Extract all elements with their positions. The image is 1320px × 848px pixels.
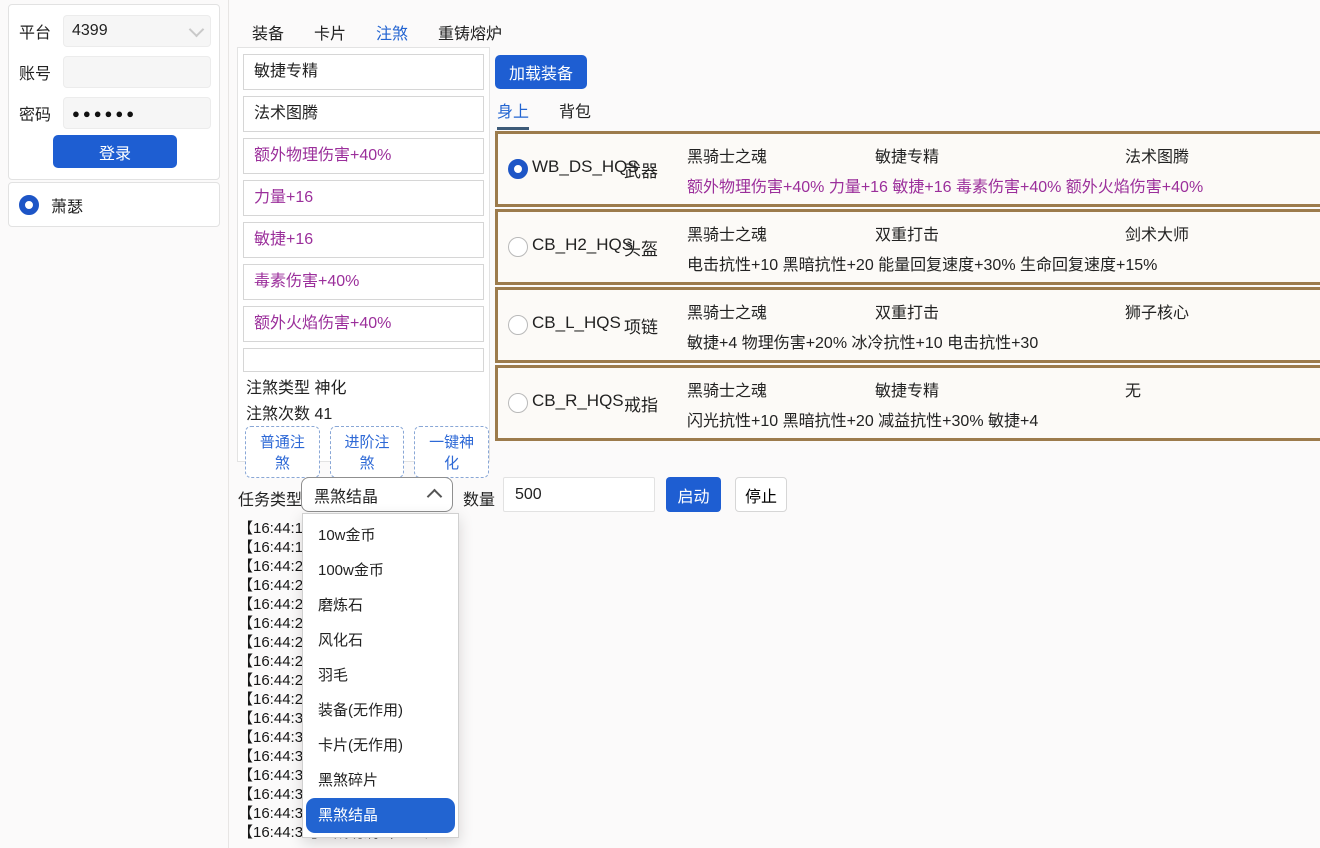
radio-button[interactable] [508,237,528,257]
task-type-label: 任务类型 [238,486,302,510]
radio-button[interactable] [508,315,528,335]
dropdown-option[interactable]: 风化石 [306,623,455,658]
equipment-soul: 黑骑士之魂 [687,143,767,167]
enchant-count-value: 41 [314,406,332,423]
task-dropdown-menu: 10w金币100w金币磨炼石风化石羽毛装备(无作用)卡片(无作用)黑煞碎片黑煞结… [302,513,459,838]
equipment-enchant-2: 狮子核心 [1125,299,1189,323]
enchant-slot-list: 敏捷专精法术图腾额外物理伤害+40% 力量+16 敏捷+16 毒素伤害+40% 额外火焰… [238,54,489,372]
dropdown-option[interactable]: 羽毛 [306,658,455,693]
equipment-code: WB_DS_HQS [532,157,639,177]
enchant-type-value: 神化 [314,380,346,397]
equipment-slot: 项链 [624,313,658,338]
enchant-slot-item[interactable]: 额外物理伤害+40% [243,138,484,174]
enchant-slot-item[interactable]: 敏捷专精 [243,54,484,90]
enchant-slot-item[interactable] [243,348,484,372]
equip-tab[interactable]: 身上 [497,98,529,130]
dropdown-option[interactable]: 装备(无作用) [306,693,455,728]
password-row: 密码 ●●●●●● [19,97,211,129]
dropdown-option[interactable]: 黑煞碎片 [306,763,455,798]
enchant-panel: 敏捷专精法术图腾额外物理伤害+40% 力量+16 敏捷+16 毒素伤害+40% 额外火焰… [237,47,490,462]
dropdown-option[interactable]: 100w金币 [306,553,455,588]
character-name: 萧瑟 [51,193,83,217]
enchant-slot-item[interactable]: 敏捷+16 [243,222,484,258]
enchant-type-label: 注煞类型 [246,380,310,397]
dropdown-option[interactable]: 卡片(无作用) [306,728,455,763]
platform-value: 4399 [72,22,108,40]
enchant-count-row: 注煞次数 41 [246,400,332,424]
equipment-soul: 黑骑士之魂 [687,377,767,401]
quantity-input[interactable]: 500 [503,477,655,512]
radio-button[interactable] [508,393,528,413]
dropdown-option[interactable]: 10w金币 [306,518,455,553]
enchant-slot-item[interactable]: 力量+16 [243,180,484,216]
character-radio[interactable] [19,195,39,215]
equipment-enchant-2: 无 [1125,377,1141,401]
equipment-soul: 黑骑士之魂 [687,299,767,323]
enchant-type-row: 注煞类型 神化 [246,374,346,398]
stop-button[interactable]: 停止 [735,477,787,512]
equipment-code: CB_L_HQS [532,313,621,333]
equipment-stats: 额外物理伤害+40% 力量+16 敏捷+16 毒素伤害+40% 额外火焰伤害+4… [687,173,1203,197]
login-panel: 平台 4399 账号 密码 ●●●●●● 登录 [8,4,220,180]
platform-row: 平台 4399 [19,15,211,47]
equipment-enchant-2: 法术图腾 [1125,143,1189,167]
vertical-divider [228,0,229,848]
enchant-slot-item[interactable]: 毒素伤害+40% [243,264,484,300]
enchant-slot-item[interactable]: 法术图腾 [243,96,484,132]
equipment-soul: 黑骑士之魂 [687,221,767,245]
start-button[interactable]: 启动 [666,477,721,512]
equipment-row[interactable]: WB_DS_HQS武器 黑骑士之魂 敏捷专精 法术图腾额外物理伤害+40% 力量+16… [495,131,1320,207]
account-row: 账号 [19,56,211,88]
enchant-slot-item[interactable]: 额外火焰伤害+40% [243,306,484,342]
account-label: 账号 [19,60,55,84]
character-panel[interactable]: 萧瑟 [8,182,220,227]
task-type-select[interactable]: 黑煞结晶 [301,477,453,512]
quantity-value: 500 [515,486,542,504]
load-equipment-button[interactable]: 加载装备 [495,55,587,89]
equipment-stats: 闪光抗性+10 黑暗抗性+20 减益抗性+30% 敏捷+4 [687,407,1038,431]
equipment-row[interactable]: CB_H2_HQS头盔 黑骑士之魂 双重打击 剑术大师电击抗性+10 黑暗抗性+20 … [495,209,1320,285]
equip-tabs: 身上背包 [497,98,591,130]
chevron-down-icon [189,21,205,37]
password-input[interactable]: ●●●●●● [63,97,211,129]
enchant-action-button[interactable]: 进阶注煞 [330,426,405,478]
equipment-slot: 戒指 [624,391,658,416]
equipment-enchant-1: 双重打击 [875,299,939,323]
account-input[interactable] [63,56,211,88]
equipment-slot: 武器 [624,157,658,182]
platform-select[interactable]: 4399 [63,15,211,47]
equipment-code: CB_H2_HQS [532,235,633,255]
login-button[interactable]: 登录 [53,135,177,168]
equipment-stats: 敏捷+4 物理伤害+20% 冰冷抗性+10 电击抗性+30 [687,329,1038,353]
password-value: ●●●●●● [72,106,137,121]
radio-button[interactable] [508,159,528,179]
equipment-enchant-2: 剑术大师 [1125,221,1189,245]
password-label: 密码 [19,101,55,125]
enchant-count-label: 注煞次数 [246,406,310,423]
quantity-label: 数量 [463,486,495,510]
equip-tab[interactable]: 背包 [559,98,591,130]
equipment-enchant-1: 双重打击 [875,221,939,245]
equipment-row[interactable]: CB_L_HQS项链 黑骑士之魂 双重打击 狮子核心敏捷+4 物理伤害+20% 冰冷抗… [495,287,1320,363]
equipment-row[interactable]: CB_R_HQS戒指 黑骑士之魂 敏捷专精 无闪光抗性+10 黑暗抗性+20 减益抗性… [495,365,1320,441]
enchant-action-button[interactable]: 普通注煞 [245,426,320,478]
chevron-up-icon [427,488,443,504]
equipment-code: CB_R_HQS [532,391,624,411]
equipment-enchant-1: 敏捷专精 [875,143,939,167]
dropdown-option[interactable]: 黑煞结晶 [306,798,455,833]
equipment-stats: 电击抗性+10 黑暗抗性+20 能量回复速度+30% 生命回复速度+15% [687,251,1157,275]
equipment-enchant-1: 敏捷专精 [875,377,939,401]
dropdown-option[interactable]: 磨炼石 [306,588,455,623]
enchant-action-button[interactable]: 一键神化 [414,426,489,478]
enchant-actions: 普通注煞进阶注煞一键神化 [245,426,489,478]
equipment-slot: 头盔 [624,235,658,260]
equipment-list: WB_DS_HQS武器黑骑士之魂敏捷专精法术图腾额外物理伤害+40% 力量+16… [495,131,1320,443]
platform-label: 平台 [19,19,55,43]
task-type-value: 黑煞结晶 [314,483,378,507]
